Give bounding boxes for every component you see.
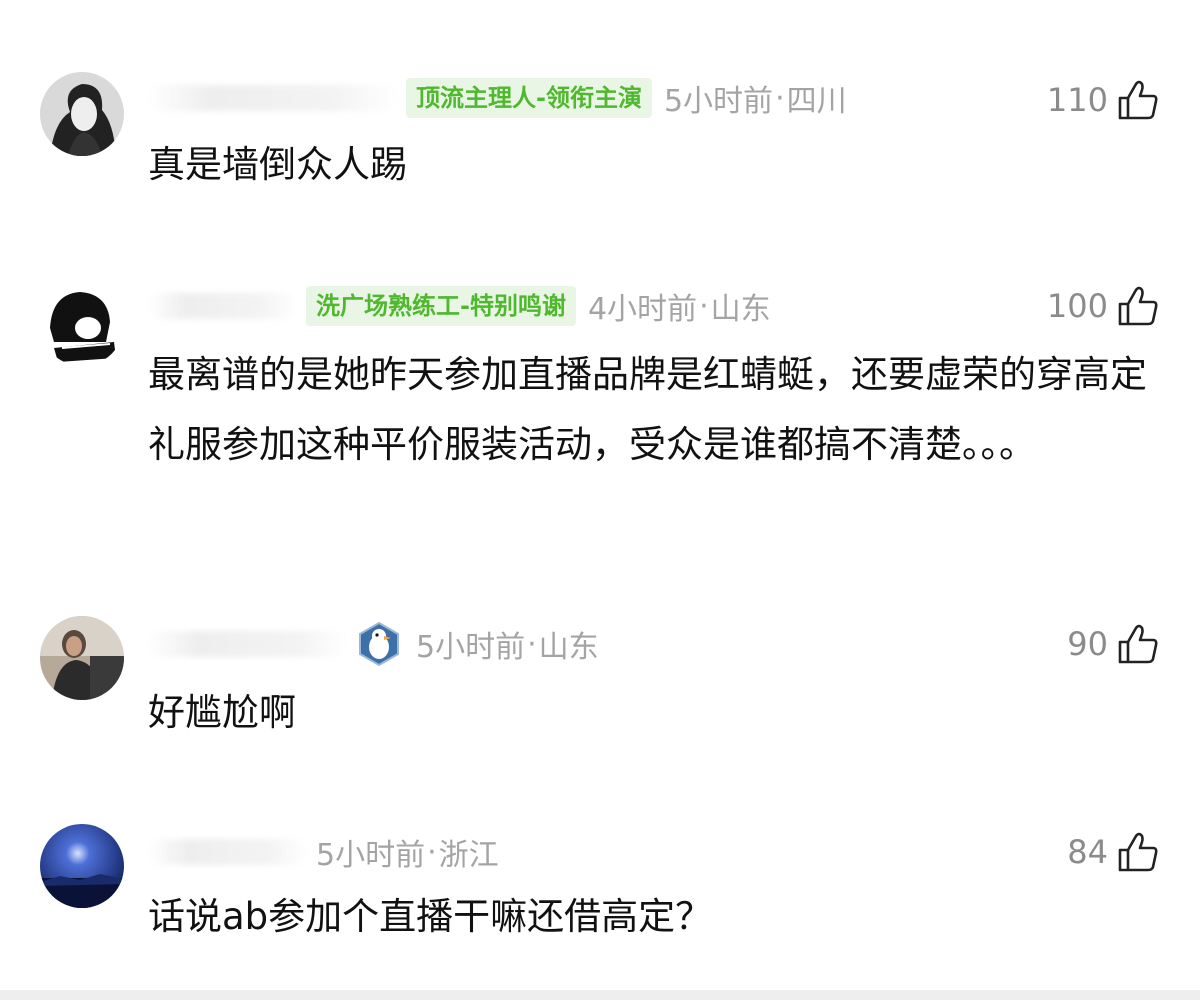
separator-dot: · xyxy=(775,80,785,116)
separator-dot: · xyxy=(527,626,537,662)
avatar-cartoon-bw-icon xyxy=(40,282,124,366)
bottom-divider xyxy=(0,990,1200,1000)
thumbs-up-icon[interactable] xyxy=(1116,830,1160,874)
like-button[interactable]: 90 xyxy=(1067,622,1160,666)
like-count: 110 xyxy=(1046,81,1108,119)
comment-text: 好尴尬啊 xyxy=(148,691,296,734)
comment-text: 最离谱的是她昨天参加直播品牌是红蜻蜓，还要虚荣的穿高定礼服参加这种平价服装活动，… xyxy=(148,353,1147,466)
username-redacted[interactable] xyxy=(148,293,298,319)
thumbs-up-icon[interactable] xyxy=(1116,622,1160,666)
thumbs-up-icon[interactable] xyxy=(1116,284,1160,328)
username-redacted[interactable] xyxy=(148,85,398,111)
comment-meta: 顶流主理人-领衔主演 5小时前 · 四川 xyxy=(148,76,847,120)
comment-feed: 顶流主理人-领衔主演 5小时前 · 四川 110 真是墙倒众人踢 洗广场熟练工-… xyxy=(0,0,1200,990)
separator-dot: · xyxy=(699,288,709,324)
comment-meta: 5小时前 · 山东 xyxy=(148,621,599,667)
comment-time: 4小时前 xyxy=(587,292,698,327)
avatar-photo-person-icon xyxy=(40,616,124,700)
comment-text: 话说ab参加个直播干嘛还借高定？ xyxy=(148,895,713,938)
username-redacted[interactable] xyxy=(148,631,348,657)
comment-location: 浙江 xyxy=(438,838,499,873)
comment-time: 5小时前 xyxy=(316,838,426,873)
avatar-night-sky-icon xyxy=(40,824,124,908)
comment-text: 真是墙倒众人踢 xyxy=(148,143,407,186)
separator-dot: · xyxy=(427,834,437,870)
avatar[interactable] xyxy=(40,824,124,908)
comment-location: 山东 xyxy=(538,630,599,665)
comment-location: 山东 xyxy=(710,292,771,327)
comment-meta: 5小时前 · 浙江 xyxy=(148,830,499,874)
like-count: 90 xyxy=(1067,625,1108,663)
comment-location: 四川 xyxy=(786,84,847,119)
like-button[interactable]: 100 xyxy=(1047,284,1160,328)
avatar-woman-bw-icon xyxy=(40,72,124,156)
like-button[interactable]: 110 xyxy=(1047,78,1160,122)
comment-time: 5小时前 xyxy=(663,84,774,119)
fan-badge[interactable]: 洗广场熟练工-特别鸣谢 xyxy=(306,286,576,326)
like-button[interactable]: 84 xyxy=(1067,830,1160,874)
penguin-medal-icon[interactable] xyxy=(356,621,402,667)
avatar[interactable] xyxy=(40,282,124,366)
like-count: 100 xyxy=(1046,287,1108,325)
thumbs-up-icon[interactable] xyxy=(1116,78,1160,122)
like-count: 84 xyxy=(1067,833,1108,871)
comment-meta: 洗广场熟练工-特别鸣谢 4小时前 · 山东 xyxy=(148,284,771,328)
comment-time: 5小时前 xyxy=(416,630,526,665)
fan-badge[interactable]: 顶流主理人-领衔主演 xyxy=(406,78,652,118)
avatar[interactable] xyxy=(40,72,124,156)
avatar[interactable] xyxy=(40,616,124,700)
username-redacted[interactable] xyxy=(148,839,308,865)
